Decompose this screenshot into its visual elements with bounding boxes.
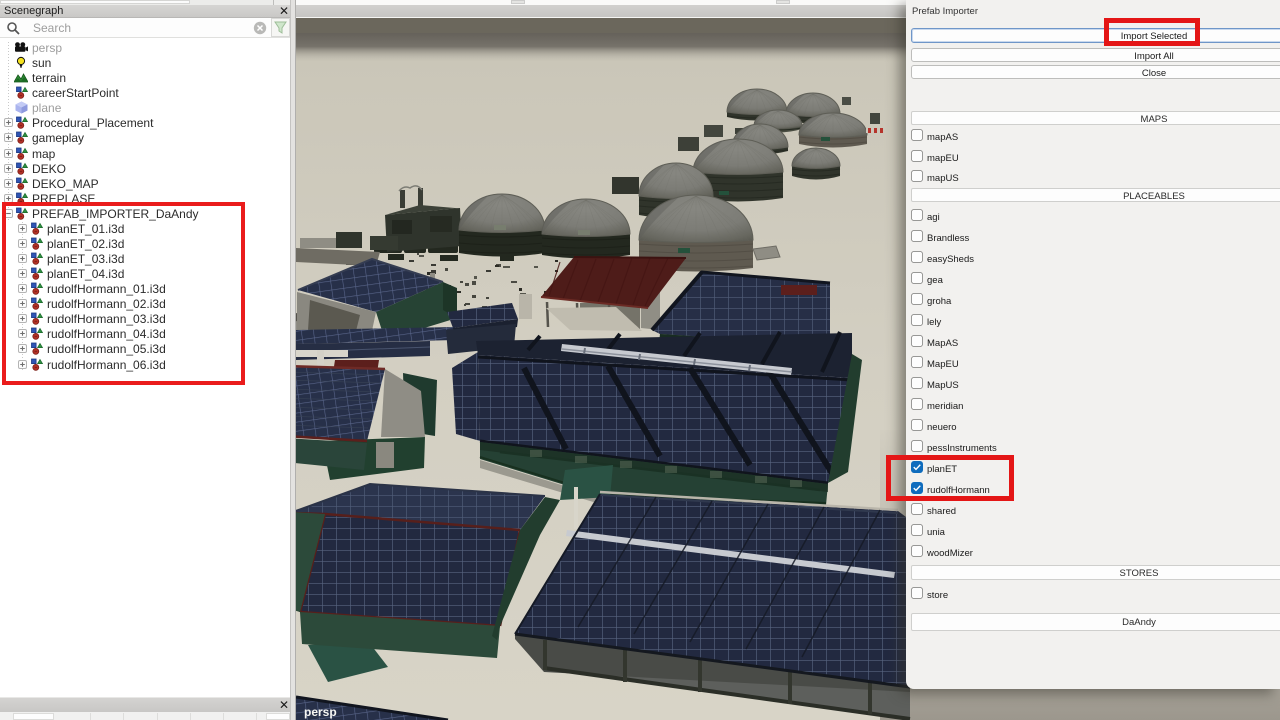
svg-text:persp: persp (304, 705, 337, 719)
